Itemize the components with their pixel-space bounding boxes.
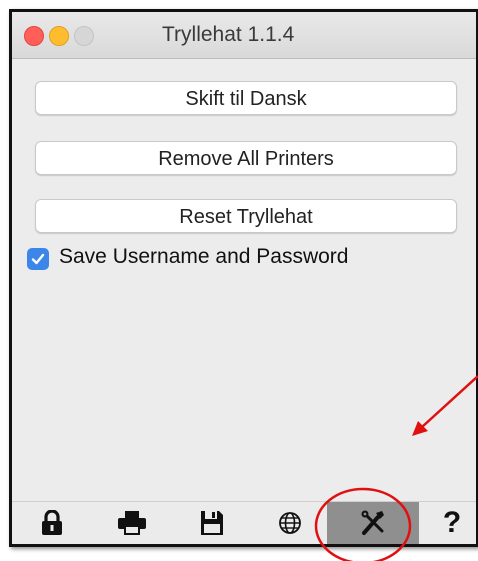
tab-save[interactable] <box>184 502 240 544</box>
tab-language[interactable] <box>262 502 318 544</box>
save-credentials-checkbox[interactable] <box>27 248 49 270</box>
tab-tools[interactable] <box>327 502 419 544</box>
bottom-toolbar: ? <box>12 501 476 544</box>
globe-icon <box>279 512 301 534</box>
window-title: Tryllehat 1.1.4 <box>162 23 295 46</box>
title-bar[interactable]: Tryllehat 1.1.4 <box>12 12 476 59</box>
switch-language-button[interactable]: Skift til Dansk <box>35 81 457 115</box>
minimize-window-button[interactable] <box>49 26 69 46</box>
printer-icon <box>118 511 146 535</box>
tab-help[interactable]: ? <box>424 502 476 544</box>
remove-all-printers-button[interactable]: Remove All Printers <box>35 141 457 175</box>
help-icon: ? <box>442 506 462 539</box>
tools-icon <box>361 510 384 535</box>
save-disk-icon <box>201 511 223 535</box>
app-window: Tryllehat 1.1.4 Skift til Dansk Remove A… <box>9 9 478 547</box>
close-window-button[interactable] <box>24 26 44 46</box>
checkmark-icon <box>31 253 45 265</box>
save-credentials-label: Save Username and Password <box>59 245 349 268</box>
zoom-window-button[interactable] <box>74 26 94 46</box>
tab-printers[interactable] <box>104 502 160 544</box>
reset-tryllehat-button[interactable]: Reset Tryllehat <box>35 199 457 233</box>
tab-lock[interactable] <box>24 502 80 544</box>
lock-icon <box>42 510 62 535</box>
